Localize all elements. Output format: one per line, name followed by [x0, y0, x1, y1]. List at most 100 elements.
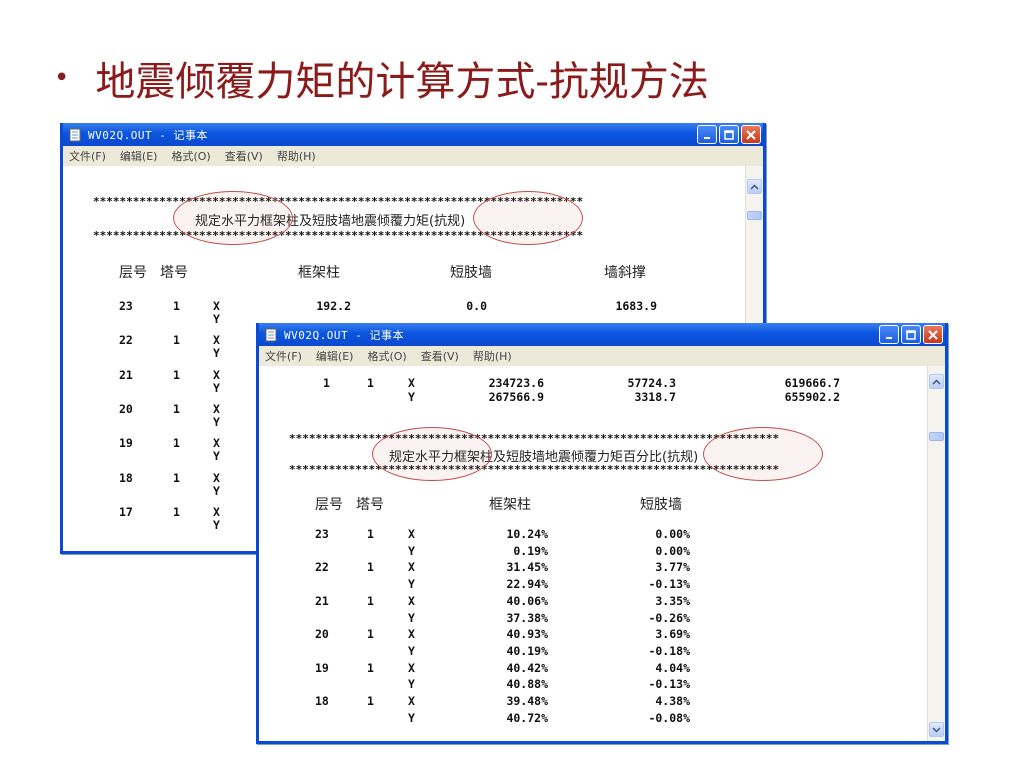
minimize-button[interactable] — [697, 125, 717, 144]
scroll-thumb[interactable] — [929, 432, 944, 441]
cell-dir: X — [408, 560, 415, 575]
slide-title: • 地震倾覆力矩的计算方式-抗规方法 — [54, 48, 709, 108]
cell-tower: 1 — [173, 436, 180, 451]
slide-title-text: 地震倾覆力矩的计算方式-抗规方法 — [95, 59, 709, 105]
cell-floor: 19 — [315, 660, 329, 675]
menu-format[interactable]: 格式(O) — [367, 348, 406, 364]
cell-dir: Y — [213, 483, 220, 498]
cell-dir: X — [408, 593, 415, 608]
bullet: • — [54, 63, 70, 93]
cell-dir: X — [408, 527, 415, 541]
col-tower: 塔号 — [160, 265, 188, 281]
cell-frame: 40.06% — [506, 593, 548, 608]
close-icon — [928, 329, 938, 340]
cell-frame: 22.94% — [506, 577, 548, 592]
maximize-button[interactable] — [901, 325, 921, 344]
cell-tower: 1 — [173, 504, 180, 519]
scroll-up-button[interactable] — [929, 374, 944, 389]
cell-floor: 20 — [119, 401, 133, 416]
highlight-ellipse-left — [173, 191, 293, 245]
cell-floor: 23 — [119, 299, 133, 313]
cell-frame: 37.38% — [506, 610, 548, 625]
cell-floor: 1 — [323, 376, 330, 390]
cell-dir: X — [213, 333, 220, 348]
cell-dir: X — [213, 367, 220, 382]
cell-frame: 267566.9 — [488, 390, 544, 404]
chevron-up-icon — [932, 378, 941, 385]
menubar: 文件(F) 编辑(E) 格式(O) 查看(V) 帮助(H) — [63, 146, 763, 167]
scroll-up-button[interactable] — [747, 179, 762, 194]
cell-floor: 18 — [119, 470, 133, 485]
maximize-button[interactable] — [719, 125, 739, 144]
cell-floor: 23 — [315, 527, 329, 541]
text-area[interactable]: 1 1 X 234723.6 57724.3 619666.7 Y 267566.9 3318.… — [259, 366, 945, 741]
menu-edit[interactable]: 编辑(E) — [316, 348, 354, 364]
minimize-button[interactable] — [879, 325, 899, 344]
cell-frame: 39.48% — [506, 694, 548, 708]
cell-short-wall: 3.35% — [655, 593, 690, 608]
cell-short-wall: 57724.3 — [627, 376, 676, 390]
menu-help[interactable]: 帮助(H) — [277, 148, 316, 164]
cell-short-wall: 3318.7 — [634, 390, 676, 404]
cell-short-wall: 4.38% — [655, 694, 690, 708]
close-icon — [746, 129, 756, 140]
cell-tower: 1 — [173, 367, 180, 382]
cell-tower: 1 — [367, 694, 374, 708]
menu-format[interactable]: 格式(O) — [171, 148, 210, 164]
window-titlebar[interactable]: WV02Q.OUT - 记事本 — [259, 323, 945, 346]
cell-dir: Y — [213, 517, 220, 532]
chevron-up-icon — [750, 183, 759, 190]
close-button[interactable] — [923, 325, 943, 344]
cell-floor: 18 — [315, 694, 329, 708]
vertical-scrollbar[interactable] — [927, 366, 945, 741]
cell-floor: 21 — [119, 367, 133, 382]
cell-dir: Y — [408, 577, 415, 592]
menu-view[interactable]: 查看(V) — [225, 148, 263, 164]
menu-edit[interactable]: 编辑(E) — [120, 148, 158, 164]
window-titlebar[interactable]: WV02Q.OUT - 记事本 — [63, 123, 763, 146]
menu-file[interactable]: 文件(F) — [69, 148, 106, 164]
cell-short-wall: -0.13% — [648, 577, 690, 592]
menu-file[interactable]: 文件(F) — [265, 348, 302, 364]
cell-dir: X — [213, 436, 220, 451]
cell-frame: 10.24% — [506, 527, 548, 541]
cell-floor: 22 — [315, 560, 329, 575]
cell-dir: Y — [213, 346, 220, 361]
col-tower: 塔号 — [356, 497, 384, 513]
cell-frame: 31.45% — [506, 560, 548, 575]
notepad-window-front[interactable]: WV02Q.OUT - 记事本 文件(F) 编辑(E) 格式(O) 查看(V) … — [256, 323, 948, 744]
scroll-down-button[interactable] — [929, 722, 944, 737]
cell-dir: Y — [408, 677, 415, 692]
cell-dir: Y — [408, 543, 415, 558]
cell-tower: 1 — [367, 376, 374, 390]
cell-dir: X — [408, 376, 415, 390]
close-button[interactable] — [741, 125, 761, 144]
col-frame: 框架柱 — [489, 497, 531, 513]
cell-frame: 40.19% — [506, 643, 548, 658]
col-floor: 层号 — [119, 265, 147, 281]
highlight-ellipse-right — [473, 191, 583, 245]
cell-floor: 20 — [315, 627, 329, 642]
cell-frame: 40.93% — [506, 627, 548, 642]
cell-dir: X — [408, 694, 415, 708]
cell-dir: X — [408, 627, 415, 642]
cell-wall-brace: 619666.7 — [784, 376, 840, 390]
minimize-icon — [886, 336, 892, 339]
cell-frame: 192.2 — [316, 299, 351, 313]
cell-dir: X — [408, 660, 415, 675]
cell-dir: Y — [213, 414, 220, 429]
chevron-down-icon — [932, 726, 941, 733]
col-wall-brace: 墙斜撑 — [604, 265, 646, 281]
maximize-icon — [906, 329, 916, 340]
cell-short-wall: 3.69% — [655, 627, 690, 642]
cell-tower: 1 — [367, 560, 374, 575]
cell-tower: 1 — [173, 470, 180, 485]
cell-dir: Y — [213, 312, 220, 326]
menu-help[interactable]: 帮助(H) — [473, 348, 512, 364]
cell-short-wall: 4.04% — [655, 660, 690, 675]
cell-floor: 22 — [119, 333, 133, 348]
cell-tower: 1 — [367, 627, 374, 642]
menu-view[interactable]: 查看(V) — [421, 348, 459, 364]
scroll-thumb[interactable] — [747, 211, 762, 220]
cell-wall-brace: 1683.9 — [615, 299, 657, 313]
